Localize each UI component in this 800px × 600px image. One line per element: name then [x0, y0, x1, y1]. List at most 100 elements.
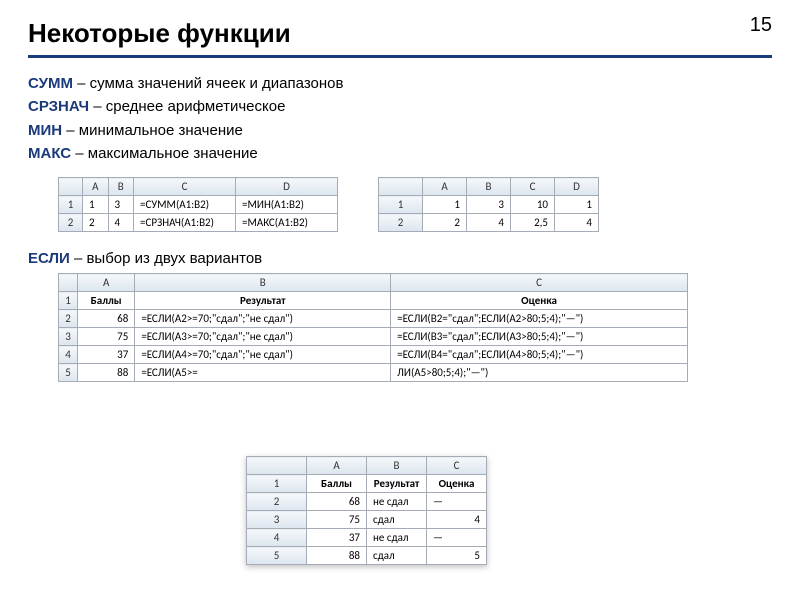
func-item: СУММ – сумма значений ячеек и диапазонов: [28, 72, 772, 95]
table-corner: [59, 274, 78, 292]
cell: сдал: [367, 511, 427, 529]
cell: 68: [78, 310, 135, 328]
col-header: A: [307, 457, 367, 475]
cell-header: Оценка: [427, 475, 487, 493]
cell: —: [427, 493, 487, 511]
cell: 2: [423, 214, 467, 232]
if-description: ЕСЛИ – выбор из двух вариантов: [28, 250, 772, 267]
table-corner: [379, 178, 423, 196]
row-header: 1: [59, 292, 78, 310]
col-header: C: [391, 274, 688, 292]
cell: ЛИ(A5>80;5;4);"—"): [391, 364, 688, 382]
if-results-table: A B C 1 Баллы Результат Оценка 2 68 не с…: [246, 456, 487, 565]
col-header: A: [78, 274, 135, 292]
cell: =ЕСЛИ(A4>=70;"сдал";"не сдал"): [135, 346, 391, 364]
cell: 1: [83, 196, 109, 214]
col-header: B: [135, 274, 391, 292]
cell: =ЕСЛИ(A3>=70;"сдал";"не сдал"): [135, 328, 391, 346]
page-number: 15: [750, 14, 772, 37]
func-name: ЕСЛИ: [28, 250, 70, 267]
cell-header: Баллы: [78, 292, 135, 310]
cell: =МАКС(A1:B2): [236, 214, 338, 232]
func-name: СУММ: [28, 75, 73, 92]
func-desc: – минимальное значение: [62, 122, 243, 139]
cell: =МИН(A1:B2): [236, 196, 338, 214]
col-header: C: [427, 457, 487, 475]
if-formulas-table: A B C 1 Баллы Результат Оценка 2 68 =ЕСЛ…: [58, 273, 688, 382]
cell: —: [427, 529, 487, 547]
col-header: B: [108, 178, 134, 196]
col-header: C: [511, 178, 555, 196]
cell: 37: [307, 529, 367, 547]
row-header: 1: [247, 475, 307, 493]
cell: 3: [108, 196, 134, 214]
func-item: СРЗНАЧ – среднее арифметическое: [28, 95, 772, 118]
cell: =ЕСЛИ(A2>=70;"сдал";"не сдал"): [135, 310, 391, 328]
func-item: МАКС – максимальное значение: [28, 142, 772, 165]
row-header: 2: [59, 214, 83, 232]
cell-header: Оценка: [391, 292, 688, 310]
cell-header: Баллы: [307, 475, 367, 493]
results-table: A B C D 1 1 3 10 1 2 2 4 2,5 4: [378, 177, 599, 232]
cell: не сдал: [367, 493, 427, 511]
cell: 1: [423, 196, 467, 214]
cell: 2,5: [511, 214, 555, 232]
cell: 4: [467, 214, 511, 232]
cell-header: Результат: [135, 292, 391, 310]
row-header: 2: [59, 310, 78, 328]
col-header: D: [236, 178, 338, 196]
cell: =СРЗНАЧ(A1:B2): [134, 214, 236, 232]
cell: сдал: [367, 547, 427, 565]
table-corner: [247, 457, 307, 475]
col-header: A: [423, 178, 467, 196]
cell: 37: [78, 346, 135, 364]
row-header: 4: [247, 529, 307, 547]
cell: 1: [555, 196, 599, 214]
col-header: C: [134, 178, 236, 196]
cell: не сдал: [367, 529, 427, 547]
cell-header: Результат: [367, 475, 427, 493]
func-name: СРЗНАЧ: [28, 98, 89, 115]
cell: =СУММ(A1:B2): [134, 196, 236, 214]
row-header: 3: [247, 511, 307, 529]
row-header: 5: [247, 547, 307, 565]
cell: 68: [307, 493, 367, 511]
cell: 88: [307, 547, 367, 565]
func-desc: – сумма значений ячеек и диапазонов: [73, 75, 344, 92]
func-item: МИН – минимальное значение: [28, 119, 772, 142]
func-desc: – максимальное значение: [71, 145, 258, 162]
row-header: 5: [59, 364, 78, 382]
cell: 10: [511, 196, 555, 214]
func-name: МАКС: [28, 145, 71, 162]
table-corner: [59, 178, 83, 196]
cell: =ЕСЛИ(B2="сдал";ЕСЛИ(A2>80;5;4);"—"): [391, 310, 688, 328]
cell: 4: [555, 214, 599, 232]
function-list: СУММ – сумма значений ячеек и диапазонов…: [28, 72, 772, 165]
cell: =ЕСЛИ(B4="сдал";ЕСЛИ(A4>80;5;4);"—"): [391, 346, 688, 364]
cell: 2: [83, 214, 109, 232]
func-name: МИН: [28, 122, 62, 139]
row-header: 2: [379, 214, 423, 232]
formulas-table: A B C D 1 1 3 =СУММ(A1:B2) =МИН(A1:B2) 2…: [58, 177, 338, 232]
cell: 5: [427, 547, 487, 565]
cell: 3: [467, 196, 511, 214]
col-header: B: [367, 457, 427, 475]
cell: =ЕСЛИ(B3="сдал";ЕСЛИ(A3>80;5;4);"—"): [391, 328, 688, 346]
cell: 75: [78, 328, 135, 346]
cell: 75: [307, 511, 367, 529]
row-header: 1: [59, 196, 83, 214]
row-header: 3: [59, 328, 78, 346]
row-header: 2: [247, 493, 307, 511]
col-header: A: [83, 178, 109, 196]
row-header: 1: [379, 196, 423, 214]
cell: 4: [427, 511, 487, 529]
col-header: D: [555, 178, 599, 196]
func-desc: – среднее арифметическое: [89, 98, 285, 115]
cell: 4: [108, 214, 134, 232]
col-header: B: [467, 178, 511, 196]
row-header: 4: [59, 346, 78, 364]
func-desc: – выбор из двух вариантов: [70, 250, 262, 267]
cell: =ЕСЛИ(A5>=: [135, 364, 391, 382]
slide-title: Некоторые функции: [28, 18, 772, 58]
cell: 88: [78, 364, 135, 382]
